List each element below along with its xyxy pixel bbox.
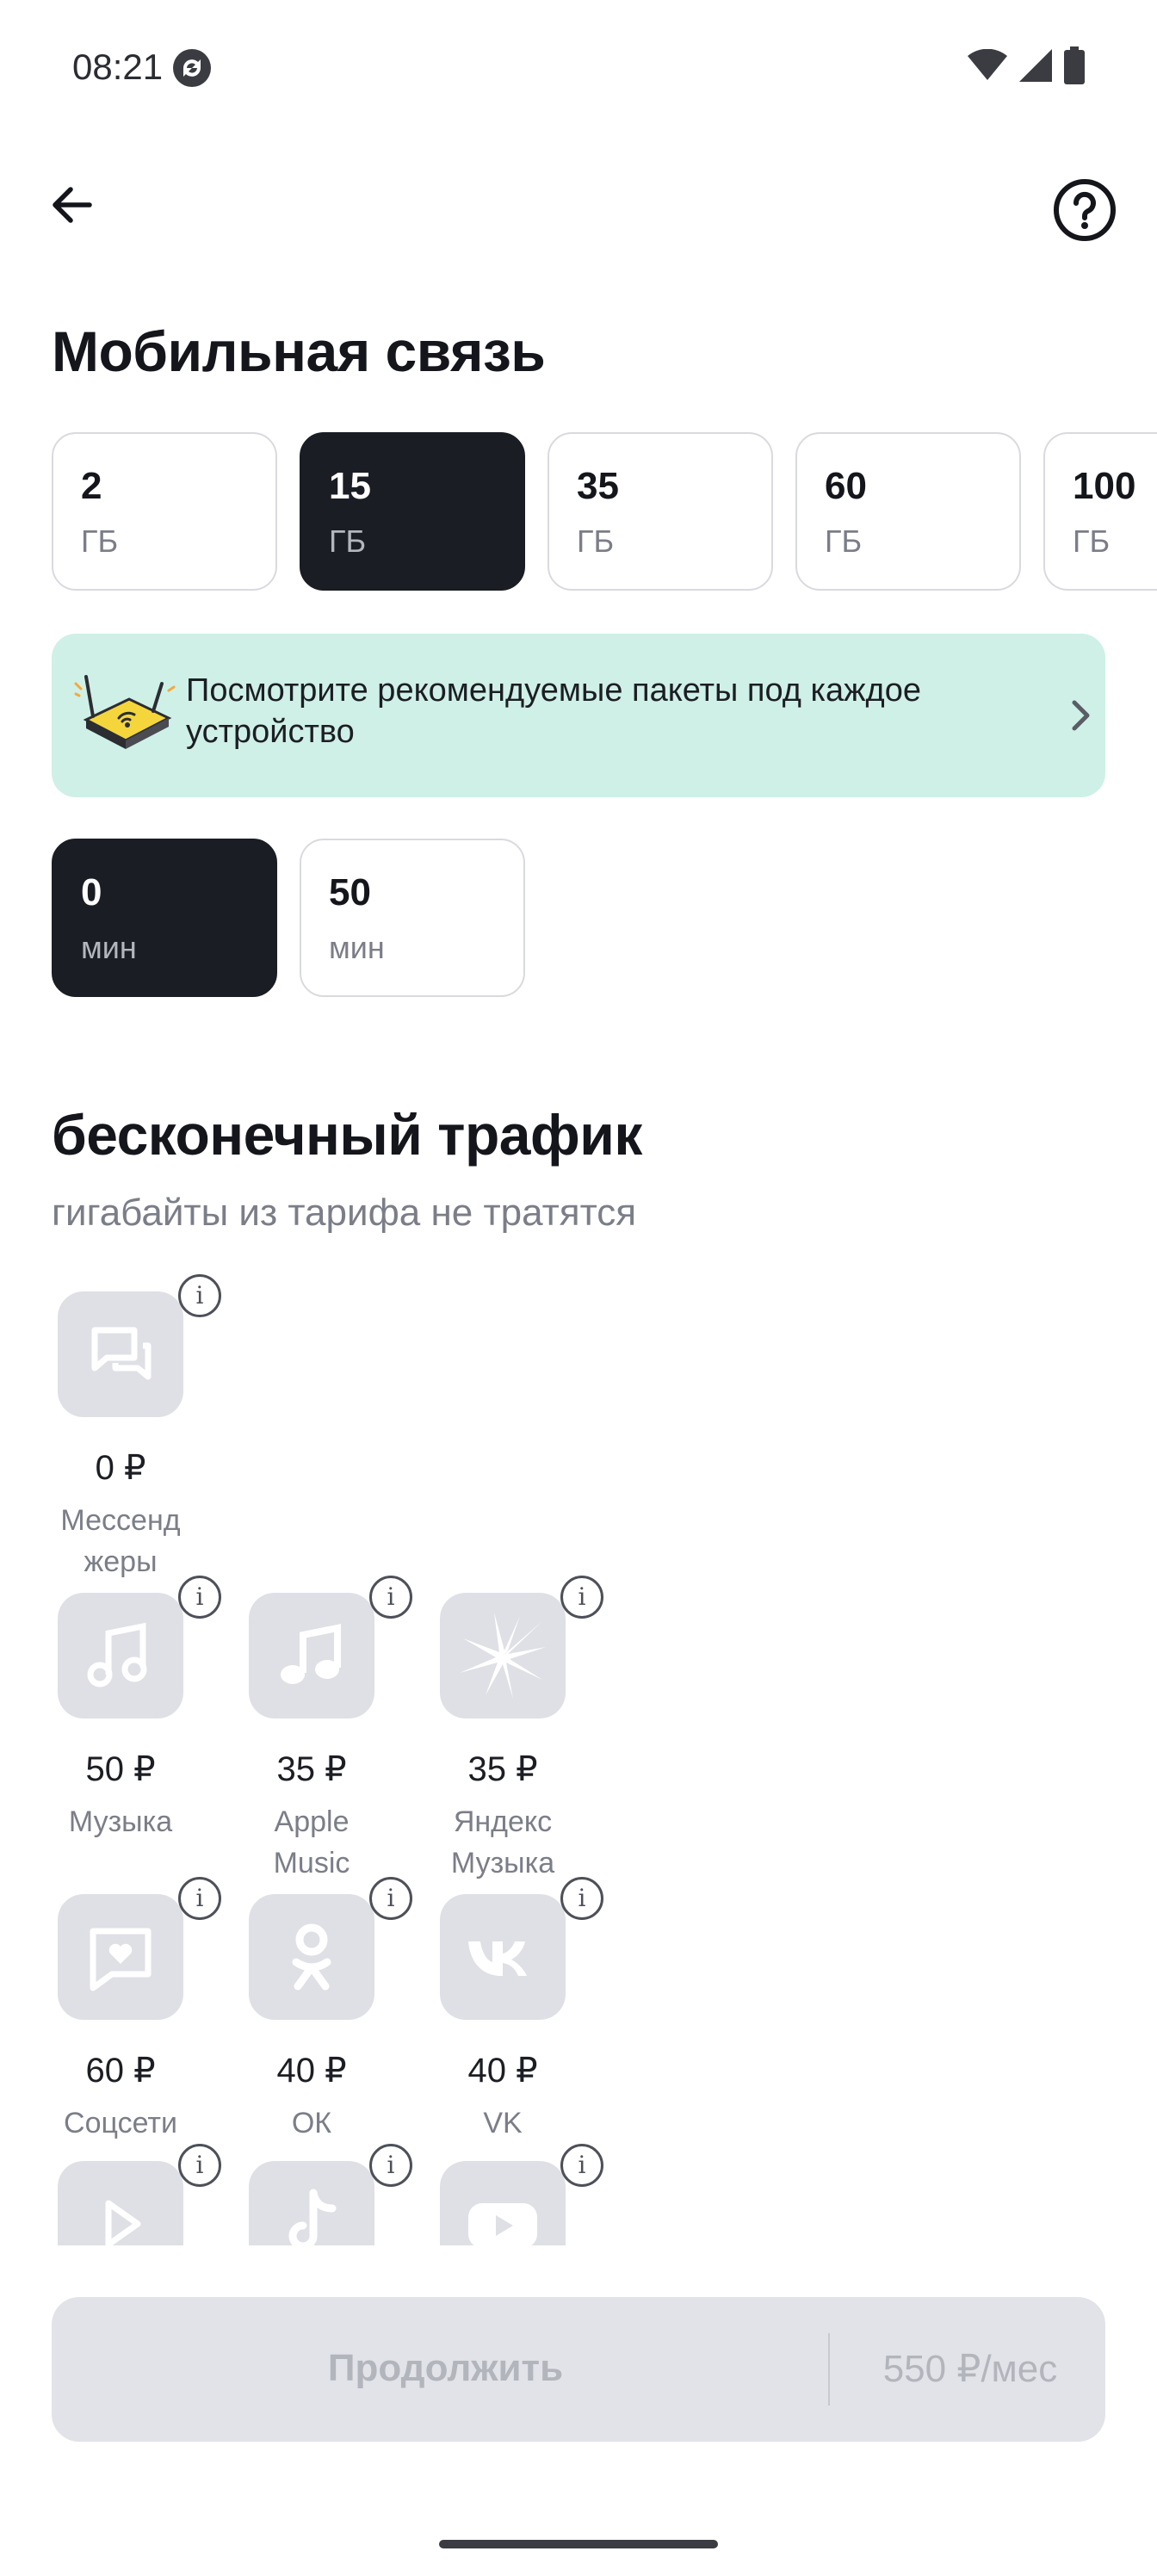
ok-icon: [292, 1923, 331, 1991]
back-arrow-icon[interactable]: [45, 177, 100, 232]
service-price: 60 ₽: [85, 2052, 156, 2090]
vk-icon: [468, 1941, 527, 1976]
info-icon[interactable]: i: [178, 1274, 221, 1317]
package-unit: ГБ: [329, 523, 367, 559]
section-title: бесконечный трафик: [52, 1103, 642, 1167]
battery-icon: [1064, 46, 1085, 84]
router-icon: [74, 675, 176, 749]
service-item[interactable]: i 0 ₽ Мессенд жеры: [34, 1274, 221, 1582]
chevron-right-icon: [1072, 700, 1090, 731]
info-icon[interactable]: i: [560, 2144, 603, 2187]
data-package-option[interactable]: 2 ГБ: [52, 432, 277, 591]
service-price: 40 ₽: [467, 2052, 538, 2090]
service-name: VK: [483, 2107, 523, 2139]
cta-divider: [828, 2333, 830, 2406]
service-tile: i: [58, 1576, 221, 1718]
package-value: 35: [577, 465, 619, 507]
package-unit: ГБ: [81, 523, 119, 559]
signal-icon: [1019, 49, 1052, 82]
messenger-icon: [91, 1327, 152, 1380]
data-package-option[interactable]: 60 ГБ: [795, 432, 1021, 591]
package-unit: ГБ: [1073, 523, 1111, 559]
info-icon[interactable]: i: [560, 1576, 603, 1619]
data-package-option[interactable]: 35 ГБ: [548, 432, 773, 591]
service-item[interactable]: i 35 ₽ Яндекс Музыка: [417, 1576, 603, 1884]
service-item[interactable]: i 60 ₽ Соцсети: [34, 1877, 221, 2144]
service-price: 0 ₽: [95, 1449, 146, 1487]
info-icon[interactable]: i: [560, 1877, 603, 1920]
service-name: Apple Music: [226, 1801, 398, 1884]
service-name: Яндекс Музыка: [417, 1801, 589, 1884]
minutes-option[interactable]: 50 мин: [300, 839, 525, 997]
recommended-packages-banner[interactable]: Посмотрите рекомендуемые пакеты под кажд…: [52, 634, 1105, 797]
status-bar: 08:21: [0, 0, 1157, 138]
service-price: 50 ₽: [85, 1750, 156, 1788]
continue-button[interactable]: Продолжить 550 ₽/мес: [52, 2297, 1105, 2442]
service-tile: i: [249, 1877, 412, 2020]
minutes-value: 0: [81, 871, 102, 913]
package-unit: ГБ: [577, 523, 615, 559]
social-chat-heart-icon: [90, 1928, 152, 1991]
package-value: 60: [825, 465, 867, 507]
banner-text: Посмотрите рекомендуемые пакеты под кажд…: [186, 672, 921, 750]
package-value: 15: [329, 465, 371, 507]
minutes-unit: мин: [329, 930, 385, 965]
service-item[interactable]: i 35 ₽ Apple Music: [226, 1576, 412, 1884]
service-tile: i: [440, 1576, 603, 1718]
minutes-selector: 0 мин 50 мин: [52, 839, 525, 997]
service-name-text: Мессенд жеры: [60, 1504, 181, 1578]
info-icon[interactable]: i: [178, 1576, 221, 1619]
service-price: 35 ₽: [467, 1750, 538, 1788]
minutes-option-selected[interactable]: 0 мин: [52, 839, 277, 997]
service-name: Музыка: [68, 1805, 173, 1838]
apple-music-icon: [281, 1624, 341, 1684]
data-package-selector: 2 ГБ 15 ГБ 35 ГБ 60 ГБ 100 ГБ: [52, 432, 1157, 591]
info-icon[interactable]: i: [178, 1877, 221, 1920]
page-title: Мобильная связь: [52, 319, 546, 383]
service-item[interactable]: i 40 ₽ VK: [417, 1877, 603, 2144]
wifi-icon: [968, 49, 1007, 80]
service-price: 35 ₽: [276, 1750, 347, 1788]
total-price: 550 ₽/мес: [882, 2348, 1058, 2390]
info-icon[interactable]: i: [178, 2144, 221, 2187]
info-icon[interactable]: i: [369, 1576, 412, 1619]
help-icon[interactable]: [1052, 177, 1117, 243]
service-tile: i: [58, 1274, 221, 1417]
service-tile: i: [440, 1877, 603, 2020]
continue-label: Продолжить: [327, 2347, 564, 2389]
service-name: Мессенд жеры: [34, 1500, 207, 1582]
service-tile: i: [249, 1576, 412, 1718]
info-icon[interactable]: i: [369, 1877, 412, 1920]
data-package-option-selected[interactable]: 15 ГБ: [300, 432, 525, 591]
service-price: 40 ₽: [276, 2052, 347, 2090]
home-indicator[interactable]: [439, 2540, 718, 2548]
minutes-value: 50: [329, 871, 371, 913]
service-name-text: Apple Music: [273, 1805, 350, 1879]
service-item[interactable]: i 50 ₽ Музыка: [34, 1576, 221, 1842]
info-icon[interactable]: i: [369, 2144, 412, 2187]
minutes-unit: мин: [81, 930, 137, 965]
service-name-text: Яндекс Музыка: [450, 1805, 555, 1879]
status-time: 08:21: [72, 46, 164, 87]
package-unit: ГБ: [825, 523, 863, 559]
service-name: Соцсети: [64, 2107, 177, 2139]
section-subtitle: гигабайты из тарифа не тратятся: [52, 1192, 637, 1234]
package-value: 100: [1073, 465, 1136, 507]
service-name: ОК: [291, 2107, 332, 2139]
sync-icon: [173, 49, 211, 87]
service-item[interactable]: i 40 ₽ ОК: [226, 1877, 412, 2144]
service-tile: i: [58, 1877, 221, 2020]
music-note-icon: [87, 1622, 147, 1687]
yandex-music-icon: [460, 1613, 546, 1699]
package-value: 2: [81, 465, 102, 507]
data-package-option[interactable]: 100 ГБ: [1043, 432, 1157, 591]
